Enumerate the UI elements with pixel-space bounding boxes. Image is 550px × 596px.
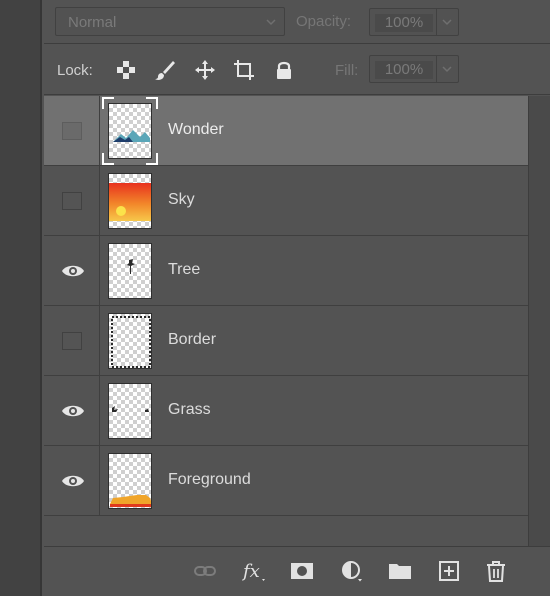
layer-row-tree[interactable]: Tree — [44, 236, 528, 306]
fx-icon[interactable]: fx — [242, 559, 268, 583]
layer-name[interactable]: Sky — [168, 191, 195, 209]
folder-icon[interactable] — [388, 559, 412, 583]
layers-panel: Normal Opacity: 100% Lock: Fill: 100% Wo… — [44, 0, 550, 596]
chevron-down-icon[interactable] — [442, 17, 452, 27]
layer-thumbnail[interactable] — [108, 453, 152, 509]
lock-label: Lock: — [57, 62, 93, 79]
layer-thumbnail[interactable] — [108, 383, 152, 439]
fill-field[interactable]: 100% — [369, 55, 459, 83]
layer-name[interactable]: Grass — [168, 401, 211, 419]
chevron-down-icon — [266, 19, 276, 26]
divider — [436, 9, 437, 35]
new-layer-icon[interactable] — [437, 559, 461, 583]
scrollbar[interactable] — [528, 96, 550, 546]
blend-row: Normal Opacity: 100% — [44, 0, 550, 44]
opacity-field[interactable]: 100% — [369, 8, 459, 36]
visibility-toggle[interactable] — [44, 376, 100, 446]
visibility-off-box[interactable] — [62, 192, 82, 210]
layer-name[interactable]: Wonder — [168, 121, 224, 139]
layer-row-grass[interactable]: Grass — [44, 376, 528, 446]
layer-name[interactable]: Tree — [168, 261, 200, 279]
brush-icon[interactable] — [154, 59, 176, 81]
eye-icon[interactable] — [61, 403, 85, 419]
visibility-toggle[interactable] — [44, 306, 100, 376]
visibility-toggle[interactable] — [44, 236, 100, 306]
blend-mode-dropdown[interactable]: Normal — [55, 7, 285, 36]
visibility-toggle[interactable] — [44, 166, 100, 236]
move-icon[interactable] — [194, 59, 216, 81]
visibility-toggle[interactable] — [44, 96, 100, 166]
svg-text:fx: fx — [242, 561, 260, 582]
layers-bottom-toolbar: fx — [44, 546, 550, 596]
mask-icon[interactable] — [290, 559, 314, 583]
visibility-off-box[interactable] — [62, 332, 82, 350]
link-icon[interactable] — [193, 559, 217, 583]
opacity-value[interactable]: 100% — [375, 14, 433, 32]
layer-list: Wonder Sky Tree Border Grass Foreground — [44, 96, 528, 546]
divider — [436, 56, 437, 82]
visibility-toggle[interactable] — [44, 446, 100, 516]
opacity-label: Opacity: — [296, 13, 352, 30]
fill-value[interactable]: 100% — [375, 61, 433, 79]
blend-mode-value: Normal — [68, 14, 117, 31]
layer-row-border[interactable]: Border — [44, 306, 528, 376]
trash-icon[interactable] — [484, 559, 508, 583]
lock-row: Lock: Fill: 100% — [44, 45, 550, 95]
eye-icon[interactable] — [61, 473, 85, 489]
fill-label: Fill: — [335, 62, 359, 79]
visibility-off-box[interactable] — [62, 122, 82, 140]
layer-name[interactable]: Border — [168, 331, 216, 349]
lock-icon[interactable] — [273, 59, 295, 81]
artboard-icon[interactable] — [233, 59, 255, 81]
chevron-down-icon[interactable] — [442, 64, 452, 74]
eye-icon[interactable] — [61, 263, 85, 279]
selection-corners — [102, 97, 158, 165]
lock-transparent-pixels-icon[interactable] — [115, 59, 137, 81]
layer-name[interactable]: Foreground — [168, 471, 251, 489]
layer-row-sky[interactable]: Sky — [44, 166, 528, 236]
adjustment-icon[interactable] — [340, 559, 364, 583]
left-gutter — [0, 0, 42, 596]
layer-row-wonder[interactable]: Wonder — [44, 96, 528, 166]
layer-thumbnail[interactable] — [108, 243, 152, 299]
layer-thumbnail[interactable] — [108, 173, 152, 229]
layer-row-foreground[interactable]: Foreground — [44, 446, 528, 516]
layer-thumbnail[interactable] — [108, 313, 152, 369]
